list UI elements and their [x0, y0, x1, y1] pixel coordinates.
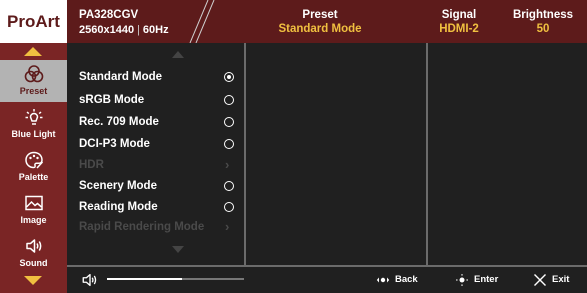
list-item-scenery-mode[interactable]: Scenery Mode	[79, 176, 244, 196]
nav-down-arrow[interactable]	[24, 276, 42, 285]
chevron-right-icon: ›	[225, 219, 230, 234]
model-name: PA328CGV	[79, 9, 139, 21]
list-item-label: Standard Mode	[79, 71, 163, 83]
radio-unselected[interactable]	[224, 95, 234, 105]
sidebar-item-image[interactable]: Image	[0, 189, 67, 231]
separator: |	[137, 24, 140, 36]
submenu-panel	[246, 43, 426, 265]
monitor-osd: ProArt PA328CGV 2560x1440 | 60Hz Preset St…	[0, 0, 587, 293]
list-item-standard-mode[interactable]: Standard Mode	[79, 67, 244, 87]
sidebar-item-label: Blue Light	[11, 129, 56, 139]
brightness-status-title: Brightness	[512, 9, 574, 21]
list-item-label: Reading Mode	[79, 201, 158, 213]
close-icon	[534, 274, 546, 286]
resolution-value: 2560x1440	[79, 24, 135, 36]
preset-status-title: Preset	[302, 9, 338, 21]
list-item-srgb-mode[interactable]: sRGB Mode	[79, 90, 244, 110]
detail-panel	[428, 43, 587, 265]
brightness-status-value: 50	[536, 23, 550, 35]
radio-unselected[interactable]	[224, 139, 234, 149]
sidebar-item-label: Preset	[19, 86, 48, 96]
exit-label: Exit	[552, 274, 570, 285]
image-icon	[25, 195, 43, 211]
signal-status-value: HDMI-2	[439, 23, 479, 35]
preset-mode-list: Standard Mode sRGB Mode Rec. 709 Mode DC…	[67, 43, 244, 265]
radio-selected[interactable]	[224, 72, 234, 82]
preset-status-value: Standard Mode	[278, 23, 362, 35]
list-item-rapid-rendering-mode: Rapid Rendering Mode ›	[79, 217, 244, 237]
signal-status: Signal HDMI-2	[424, 8, 494, 36]
list-item-label: Rapid Rendering Mode	[79, 221, 205, 233]
osd-footer: Back Enter Exit	[67, 265, 587, 293]
sidebar-item-label: Palette	[18, 172, 49, 182]
sidebar-item-blue-light[interactable]: Blue Light	[0, 103, 67, 145]
list-item-label: DCI-P3 Mode	[79, 138, 150, 150]
radio-unselected[interactable]	[224, 181, 234, 191]
nav-up-arrow[interactable]	[24, 47, 42, 56]
brightness-status: Brightness 50	[503, 8, 583, 36]
list-item-label: sRGB Mode	[79, 94, 145, 106]
sidebar-item-preset[interactable]: Preset	[0, 60, 67, 102]
sound-icon	[26, 239, 42, 253]
list-scroll-up-arrow	[172, 51, 184, 58]
joystick-back-icon	[376, 277, 390, 283]
sidebar-item-palette[interactable]: Palette	[0, 146, 67, 188]
blue-light-icon	[25, 109, 43, 125]
sidebar-item-label: Image	[20, 215, 47, 225]
chevron-right-icon: ›	[225, 157, 230, 172]
list-item-dci-p3-mode[interactable]: DCI-P3 Mode	[79, 134, 244, 154]
list-item-reading-mode[interactable]: Reading Mode	[79, 197, 244, 217]
osd-header: ProArt PA328CGV 2560x1440 | 60Hz Preset St…	[0, 0, 587, 43]
preset-icon	[24, 65, 44, 83]
sidebar-item-label: Sound	[19, 258, 48, 268]
joystick-enter-icon	[456, 274, 468, 286]
palette-icon	[25, 151, 44, 169]
list-item-label: HDR	[79, 159, 104, 171]
list-item-hdr: HDR ›	[79, 155, 244, 175]
signal-status-title: Signal	[441, 9, 477, 21]
radio-unselected[interactable]	[224, 202, 234, 212]
list-item-label: Scenery Mode	[79, 180, 157, 192]
volume-slider[interactable]	[107, 278, 244, 280]
preset-status: Preset Standard Mode	[260, 8, 380, 36]
radio-unselected[interactable]	[224, 117, 234, 127]
list-item-rec709-mode[interactable]: Rec. 709 Mode	[79, 112, 244, 132]
header-divider-lines	[189, 0, 215, 43]
enter-label: Enter	[474, 274, 499, 285]
proart-logo: ProArt	[0, 0, 67, 43]
main-menu-sidebar: Preset Blue Light Palette Image Sound	[0, 43, 67, 293]
volume-icon	[82, 273, 97, 287]
volume-slider-fill	[107, 278, 183, 280]
sidebar-item-sound[interactable]: Sound	[0, 232, 67, 274]
list-scroll-down-arrow	[172, 246, 184, 253]
refresh-rate: 60Hz	[142, 24, 169, 36]
list-item-label: Rec. 709 Mode	[79, 116, 159, 128]
resolution-info: 2560x1440 | 60Hz	[79, 24, 169, 37]
back-label: Back	[395, 274, 418, 285]
